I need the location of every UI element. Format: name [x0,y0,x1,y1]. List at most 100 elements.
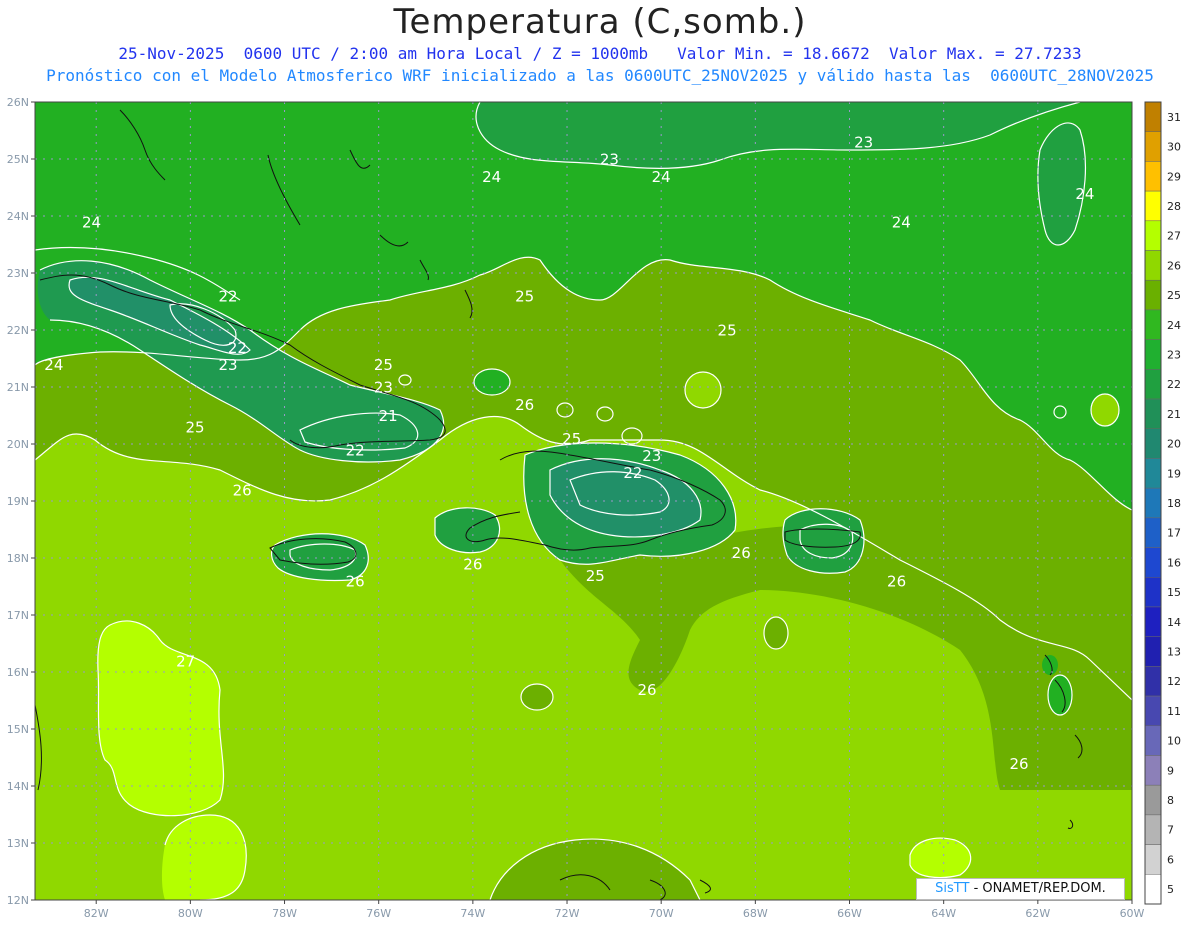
isotherm-label: 26 [1009,755,1028,773]
colorbar-label: 25 [1167,289,1181,302]
isotherm-label: 26 [346,573,365,591]
lat-label: 13N [7,837,29,850]
lon-label: 82W [84,907,109,920]
colorbar-label: 23 [1167,348,1181,361]
isotherm-label: 24 [892,213,911,231]
colorbar-swatch [1144,250,1162,281]
isotherm-label: 23 [600,151,619,169]
colorbar-swatch [1144,547,1162,578]
lat-label: 16N [7,666,29,679]
isotherm-label: 22 [218,288,237,306]
lon-label: 64W [931,907,956,920]
colorbar-swatch [1144,874,1162,905]
isotherm-label: 26 [638,681,657,699]
isotherm-label: 25 [186,419,205,437]
colorbar-swatch [1144,755,1162,786]
lon-label: 80W [178,907,203,920]
lat-label: 18N [7,552,29,565]
lat-label: 24N [7,210,29,223]
lon-label: 66W [837,907,862,920]
lon-label: 70W [649,907,674,920]
colorbar-swatch [1144,428,1162,459]
colorbar-swatch [1144,784,1162,816]
colorbar-swatch [1144,577,1162,608]
colorbar-swatch [1144,636,1162,667]
isotherm-label: 22 [346,441,365,459]
colorbar-swatch [1144,814,1162,845]
isotherm-label: 25 [374,356,393,374]
colorbar-swatch [1144,101,1162,132]
isotherm-label: 25 [562,430,581,448]
colorbar-label: 12 [1167,675,1181,688]
colorbar-label: 30 [1167,141,1181,154]
colorbar-label: 17 [1167,527,1181,540]
lon-label: 60W [1120,907,1145,920]
temperature-map: 2424232423242424222223 252325252625212226… [7,96,1181,920]
colorbar-label: 31 [1167,111,1181,124]
colorbar-label: 13 [1167,646,1181,659]
colorbar-swatch [1144,220,1162,251]
colorbar-label: 9 [1167,764,1174,777]
lon-label: 78W [272,907,297,920]
lat-label: 20N [7,438,29,451]
colorbar-swatch [1144,369,1162,400]
colorbar-swatch [1144,487,1162,519]
colorbar-swatch [1144,131,1162,162]
isotherm-label: 24 [482,168,501,186]
colorbar-swatch [1144,339,1162,370]
colorbar-label: 26 [1167,259,1181,272]
temperature-field [35,102,1132,900]
lon-label: 74W [460,907,485,920]
sistt-logo: SisTT [935,881,970,896]
isotherm-label: 25 [515,288,534,306]
lat-label: 22N [7,324,29,337]
colorbar-label: 8 [1167,794,1174,807]
colorbar-label: 18 [1167,497,1181,510]
colorbar-label: 20 [1167,438,1181,451]
colorbar-swatch [1144,606,1162,637]
colorbar-label: 29 [1167,170,1181,183]
credit-text: - ONAMET/REP.DOM. [969,881,1106,896]
colorbar: 31 30 29 28 27 26 25 24 23 22 21 20 19 18 17 16 15 14 13 12… [1144,101,1181,905]
isotherm-label: 22 [228,339,247,357]
isotherm-label: 24 [82,213,101,231]
isotherm-label: 23 [854,134,873,152]
isotherm-label: 24 [652,168,671,186]
colorbar-swatch [1144,161,1162,192]
colorbar-label: 15 [1167,586,1181,599]
isotherm-label: 25 [718,322,737,340]
lon-label: 62W [1025,907,1050,920]
colorbar-label: 16 [1167,556,1181,569]
colorbar-swatch [1144,398,1162,429]
longitude-axis: 82W 80W 78W 76W 74W 72W 70W 68W 66W 64W 62W 60W [84,900,1145,920]
lat-label: 19N [7,495,29,508]
colorbar-label: 21 [1167,408,1181,421]
isotherm-label: 22 [623,464,642,482]
isotherm-label: 23 [218,356,237,374]
colorbar-label: 5 [1167,883,1174,896]
lat-label: 23N [7,267,29,280]
colorbar-label: 6 [1167,853,1174,866]
isotherm-label: 21 [379,407,398,425]
lon-label: 72W [555,907,580,920]
lat-label: 25N [7,153,29,166]
colorbar-label: 19 [1167,467,1181,480]
colorbar-label: 10 [1167,735,1181,748]
isotherm-label: 24 [44,356,63,374]
credit-box: SisTT - ONAMET/REP.DOM. [916,878,1125,900]
lat-label: 15N [7,723,29,736]
colorbar-label: 28 [1167,200,1181,213]
isotherm-label: 23 [642,447,661,465]
isotherm-label: 26 [463,555,482,573]
isotherm-label: 27 [176,652,195,670]
isotherm-label: 26 [732,544,751,562]
lat-label: 17N [7,609,29,622]
colorbar-swatch [1144,458,1162,489]
colorbar-swatch [1144,844,1162,875]
colorbar-swatch [1144,309,1162,340]
colorbar-label: 22 [1167,378,1181,391]
colorbar-swatch [1144,666,1162,697]
colorbar-label: 7 [1167,824,1174,837]
isotherm-label: 23 [374,379,393,397]
colorbar-swatch [1144,695,1162,727]
